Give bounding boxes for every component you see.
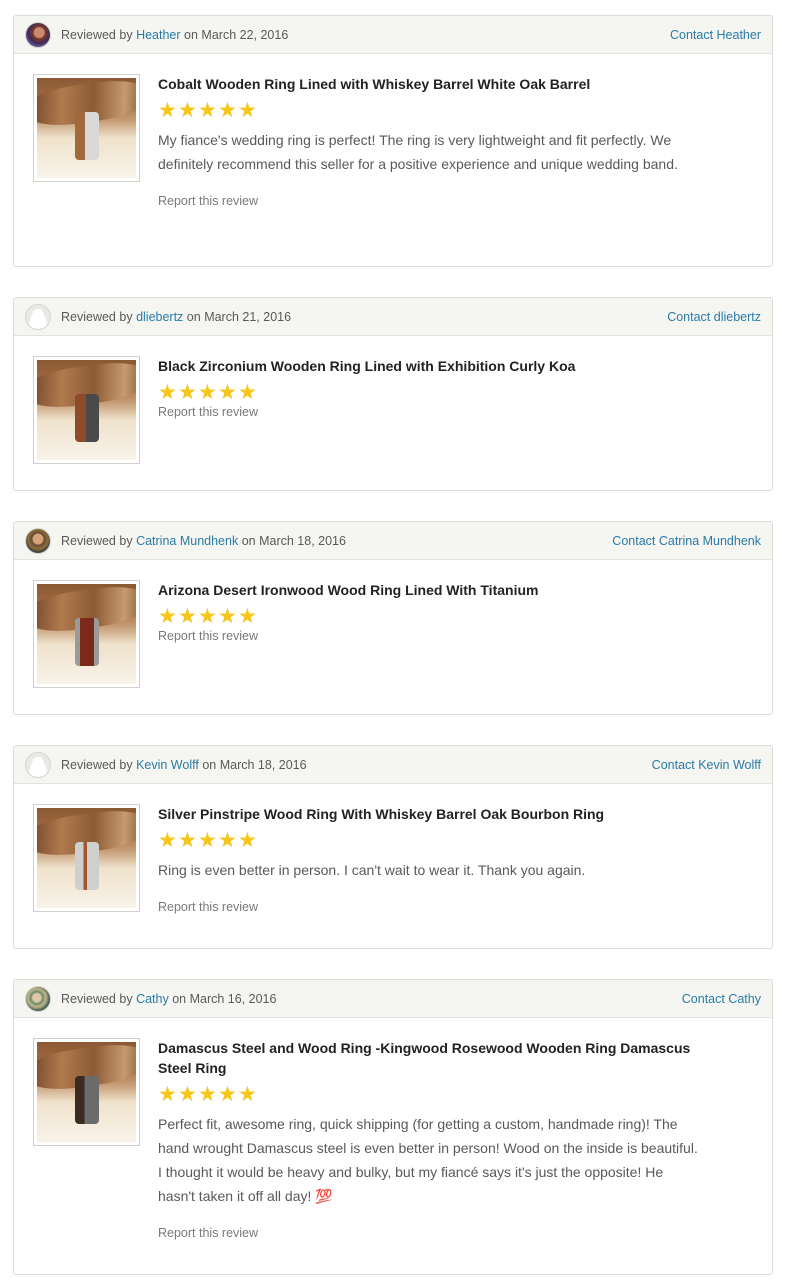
review-date: March 18, 2016 bbox=[219, 757, 307, 772]
product-thumbnail[interactable] bbox=[33, 1038, 140, 1146]
product-thumbnail[interactable] bbox=[33, 356, 140, 464]
review-card: Reviewed by Cathy on March 16, 2016 Cont… bbox=[13, 979, 773, 1275]
reviewer-link[interactable]: Kevin Wolff bbox=[136, 758, 199, 772]
contact-reviewer-link[interactable]: Contact Kevin Wolff bbox=[652, 758, 761, 772]
star-icon: ★ bbox=[178, 381, 197, 404]
reviewed-by-label: Reviewed by bbox=[61, 757, 133, 772]
star-rating: ★ ★ ★ ★ ★ bbox=[158, 830, 752, 852]
reviewed-by-label: Reviewed by bbox=[61, 309, 133, 324]
star-icon: ★ bbox=[218, 1083, 237, 1106]
review-body: Cobalt Wooden Ring Lined with Whiskey Ba… bbox=[14, 54, 772, 228]
star-icon: ★ bbox=[198, 99, 217, 122]
on-label: on bbox=[172, 991, 187, 1006]
review-date: March 16, 2016 bbox=[189, 991, 277, 1006]
report-review-link[interactable]: Report this review bbox=[158, 194, 752, 208]
product-title[interactable]: Silver Pinstripe Wood Ring With Whiskey … bbox=[158, 804, 698, 824]
on-label: on bbox=[186, 309, 201, 324]
star-rating: ★ ★ ★ ★ ★ bbox=[158, 1084, 752, 1106]
reviewer-link[interactable]: Cathy bbox=[136, 992, 169, 1006]
star-rating: ★ ★ ★ ★ ★ bbox=[158, 382, 752, 404]
review-card: Reviewed by dliebertz on March 21, 2016 … bbox=[13, 297, 773, 491]
product-title[interactable]: Black Zirconium Wooden Ring Lined with E… bbox=[158, 356, 698, 376]
contact-reviewer-link[interactable]: Contact dliebertz bbox=[667, 310, 761, 324]
star-icon: ★ bbox=[218, 381, 237, 404]
avatar[interactable] bbox=[25, 527, 51, 554]
star-icon: ★ bbox=[198, 1083, 217, 1106]
reviewer-link[interactable]: dliebertz bbox=[136, 310, 183, 324]
contact-reviewer-link[interactable]: Contact Catrina Mundhenk bbox=[612, 534, 761, 548]
star-icon: ★ bbox=[218, 605, 237, 628]
review-card: Reviewed by Catrina Mundhenk on March 18… bbox=[13, 521, 773, 715]
product-title[interactable]: Arizona Desert Ironwood Wood Ring Lined … bbox=[158, 580, 698, 600]
star-icon: ★ bbox=[218, 829, 237, 852]
product-thumbnail[interactable] bbox=[33, 580, 140, 688]
reviewed-by-label: Reviewed by bbox=[61, 533, 133, 548]
product-title[interactable]: Damascus Steel and Wood Ring -Kingwood R… bbox=[158, 1038, 698, 1078]
on-label: on bbox=[241, 533, 256, 548]
star-rating: ★ ★ ★ ★ ★ bbox=[158, 606, 752, 628]
contact-reviewer-link[interactable]: Contact Heather bbox=[670, 28, 761, 42]
star-icon: ★ bbox=[238, 829, 257, 852]
star-icon: ★ bbox=[238, 1083, 257, 1106]
star-icon: ★ bbox=[178, 1083, 197, 1106]
review-text: Ring is even better in person. I can't w… bbox=[158, 862, 586, 878]
star-icon: ★ bbox=[238, 381, 257, 404]
star-icon: ★ bbox=[178, 829, 197, 852]
star-icon: ★ bbox=[158, 605, 177, 628]
star-icon: ★ bbox=[178, 99, 197, 122]
star-icon: ★ bbox=[158, 829, 177, 852]
review-header: Reviewed by dliebertz on March 21, 2016 … bbox=[14, 298, 772, 336]
review-date: March 21, 2016 bbox=[204, 309, 292, 324]
report-review-link[interactable]: Report this review bbox=[158, 405, 752, 419]
report-review-link[interactable]: Report this review bbox=[158, 900, 752, 914]
review-card: Reviewed by Heather on March 22, 2016 Co… bbox=[13, 15, 773, 267]
star-icon: ★ bbox=[158, 99, 177, 122]
review-date: March 18, 2016 bbox=[259, 533, 346, 548]
star-icon: ★ bbox=[218, 99, 237, 122]
report-review-link[interactable]: Report this review bbox=[158, 1226, 752, 1240]
default-user-icon[interactable] bbox=[25, 303, 51, 330]
star-icon: ★ bbox=[198, 605, 217, 628]
review-body: Black Zirconium Wooden Ring Lined with E… bbox=[14, 336, 772, 464]
star-icon: ★ bbox=[198, 829, 217, 852]
review-body: Silver Pinstripe Wood Ring With Whiskey … bbox=[14, 784, 772, 934]
review-header: Reviewed by Kevin Wolff on March 18, 201… bbox=[14, 746, 772, 784]
star-icon: ★ bbox=[238, 605, 257, 628]
reviewed-by-label: Reviewed by bbox=[61, 991, 133, 1006]
review-header: Reviewed by Heather on March 22, 2016 Co… bbox=[14, 16, 772, 54]
star-icon: ★ bbox=[158, 1083, 177, 1106]
reviewer-link[interactable]: Catrina Mundhenk bbox=[136, 534, 238, 548]
review-body: Arizona Desert Ironwood Wood Ring Lined … bbox=[14, 560, 772, 688]
avatar[interactable] bbox=[25, 985, 51, 1012]
report-review-link[interactable]: Report this review bbox=[158, 629, 752, 643]
review-date: March 22, 2016 bbox=[201, 27, 289, 42]
reviewed-by-label: Reviewed by bbox=[61, 27, 133, 42]
star-icon: ★ bbox=[198, 381, 217, 404]
product-thumbnail[interactable] bbox=[33, 74, 140, 182]
reviewer-link[interactable]: Heather bbox=[136, 28, 180, 42]
review-card: Reviewed by Kevin Wolff on March 18, 201… bbox=[13, 745, 773, 949]
review-text: My fiance's wedding ring is perfect! The… bbox=[158, 132, 678, 172]
review-text: Perfect fit, awesome ring, quick shippin… bbox=[158, 1116, 698, 1204]
star-icon: ★ bbox=[238, 99, 257, 122]
product-title[interactable]: Cobalt Wooden Ring Lined with Whiskey Ba… bbox=[158, 74, 698, 94]
product-thumbnail[interactable] bbox=[33, 804, 140, 912]
star-rating: ★ ★ ★ ★ ★ bbox=[158, 100, 752, 122]
review-header: Reviewed by Catrina Mundhenk on March 18… bbox=[14, 522, 772, 560]
contact-reviewer-link[interactable]: Contact Cathy bbox=[682, 992, 761, 1006]
review-body: Damascus Steel and Wood Ring -Kingwood R… bbox=[14, 1018, 772, 1260]
default-user-icon[interactable] bbox=[25, 751, 51, 778]
star-icon: ★ bbox=[178, 605, 197, 628]
on-label: on bbox=[202, 757, 217, 772]
star-icon: ★ bbox=[158, 381, 177, 404]
avatar[interactable] bbox=[25, 21, 51, 48]
review-header: Reviewed by Cathy on March 16, 2016 Cont… bbox=[14, 980, 772, 1018]
on-label: on bbox=[184, 27, 198, 42]
